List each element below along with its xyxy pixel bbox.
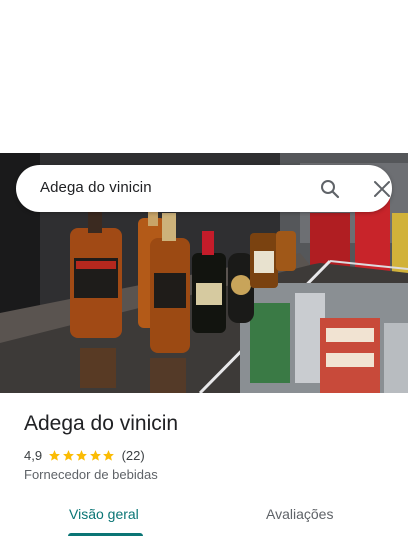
search-icon[interactable] — [318, 177, 342, 201]
close-icon[interactable] — [370, 177, 394, 201]
place-category: Fornecedor de bebidas — [24, 467, 158, 482]
map-blank-area — [0, 0, 408, 153]
star-icon — [103, 449, 114, 461]
search-bar[interactable]: Adega do vinicin — [16, 165, 392, 212]
rating-value: 4,9 — [24, 447, 43, 463]
star-icon — [62, 449, 74, 461]
rating-row[interactable]: 4,9 (22) — [24, 446, 145, 464]
search-input[interactable]: Adega do vinicin — [40, 179, 152, 196]
star-icon — [76, 449, 87, 461]
tab-overview[interactable]: Visão geral — [69, 506, 139, 522]
selected-tab-indicator — [68, 533, 143, 536]
star-rating — [48, 449, 116, 462]
place-name: Adega do vinicin — [24, 412, 179, 435]
star-icon — [49, 449, 60, 461]
tab-reviews[interactable]: Avaliações — [266, 506, 333, 522]
review-count[interactable]: (22) — [122, 448, 145, 463]
place-info-panel: Adega do vinicin 4,9 (22) Fornecedor de … — [0, 393, 408, 546]
star-icon — [89, 449, 101, 461]
